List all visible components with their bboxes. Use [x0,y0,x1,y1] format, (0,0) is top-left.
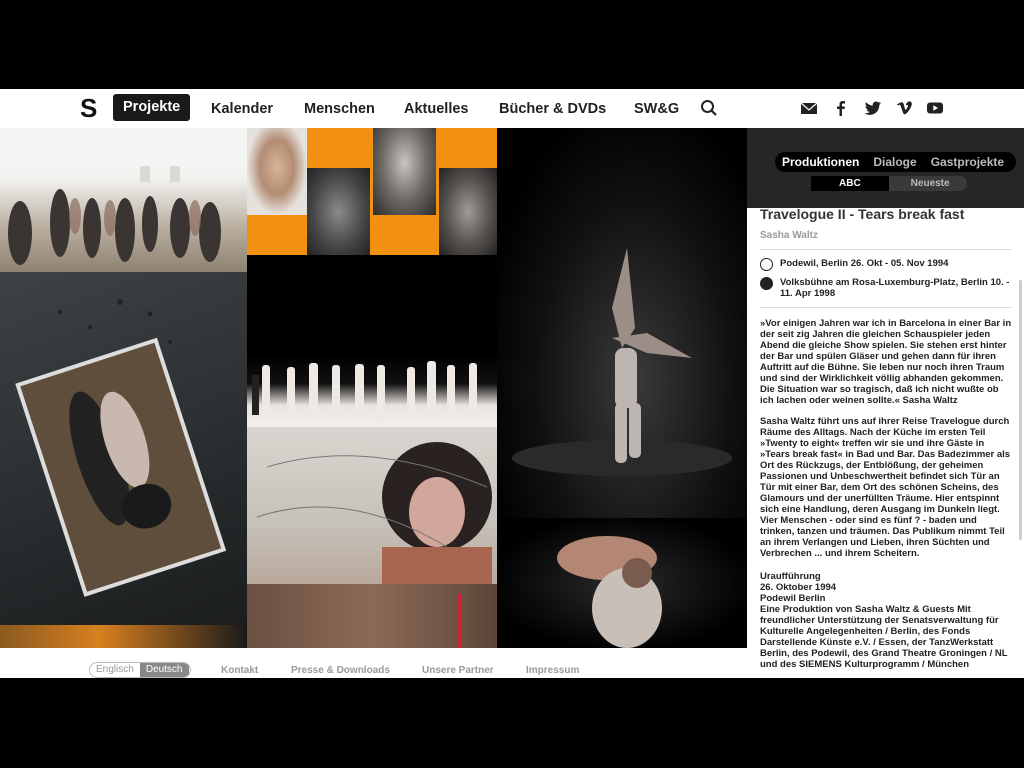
production-title: Travelogue II - Tears break fast [760,206,965,222]
twitter-icon[interactable] [864,99,882,117]
photo-stage-strip[interactable] [0,625,247,648]
vimeo-icon[interactable] [896,99,914,117]
venue-circle-icon [760,258,773,271]
facebook-icon[interactable] [832,99,850,117]
premiere-place: Podewil Berlin [760,593,826,604]
nav-item-buecher-dvds[interactable]: Bücher & DVDs [499,98,606,120]
divider [760,307,1012,308]
nav-item-aktuelles[interactable]: Aktuelles [404,98,468,120]
tab-gastprojekte[interactable]: Gastprojekte [924,152,1011,172]
photo-dance-lift[interactable] [497,128,747,518]
lang-deutsch[interactable]: Deutsch [139,663,189,677]
site-logo[interactable]: S [80,95,97,121]
photo-two-dancers[interactable] [497,518,747,648]
production-author[interactable]: Sasha Waltz [760,230,1012,241]
production-detail-panel: Produktionen Dialoge Gastprojekte ABC Ne… [747,128,1024,678]
tab-produktionen[interactable]: Produktionen [775,152,866,172]
production-credits: Eine Produktion von Sasha Waltz & Guests… [760,604,1008,670]
category-tabs: Produktionen Dialoge Gastprojekte [775,152,1016,172]
portrait-older-man[interactable] [373,128,436,215]
venue-item[interactable]: Volksbühne am Rosa-Luxemburg-Platz, Berl… [760,277,1012,299]
nav-item-menschen[interactable]: Menschen [304,98,375,120]
nav-item-kalender[interactable]: Kalender [211,98,273,120]
venue-filled-circle-icon [760,277,773,290]
footer-link-presse[interactable]: Presse & Downloads [291,665,390,676]
footer-link-kontakt[interactable]: Kontakt [221,665,258,676]
language-switch: Englisch Deutsch [89,662,191,678]
premiere-date: 26. Oktober 1994 [760,582,837,593]
portrait-woman-glasses[interactable] [247,128,307,215]
photo-dark-stage[interactable] [247,255,497,355]
production-description: Sasha Waltz führt uns auf ihrer Reise Tr… [760,416,1011,559]
footer-link-impressum[interactable]: Impressum [526,665,579,676]
tab-dialoge[interactable]: Dialoge [866,152,923,172]
sort-abc[interactable]: ABC [811,176,889,191]
search-icon[interactable] [700,99,718,117]
portrait-man-smiling[interactable] [439,168,497,255]
lang-englisch[interactable]: Englisch [90,663,140,677]
photo-woman-closed-eyes[interactable] [247,427,497,584]
divider [760,249,1012,250]
photo-dancers-on-leaves[interactable] [0,272,247,625]
venue-text: Volksbühne am Rosa-Luxemburg-Platz, Berl… [780,277,1010,299]
sort-toggle: ABC Neueste [811,176,967,191]
footer-link-partner[interactable]: Unsere Partner [422,665,494,676]
footer: Englisch Deutsch Kontakt Presse & Downlo… [0,648,747,678]
venue-text: Podewil, Berlin 26. Okt - 05. Nov 1994 [780,258,949,269]
photo-rusty-wall[interactable] [247,584,497,648]
production-content: Travelogue II - Tears break fast Sasha W… [760,206,1012,670]
panel-header: Produktionen Dialoge Gastprojekte ABC Ne… [747,128,1024,208]
nav-item-swg[interactable]: SW&G [634,98,679,120]
venue-item[interactable]: Podewil, Berlin 26. Okt - 05. Nov 1994 [760,258,1012,271]
panel-scrollbar[interactable] [1019,280,1022,540]
premiere-info: Uraufführung 26. Oktober 1994 Podewil Be… [760,571,1012,670]
sort-neueste[interactable]: Neueste [889,176,972,191]
production-quote: »Vor einigen Jahren war ich in Barcelona… [760,318,1012,406]
mail-icon[interactable] [800,99,818,117]
portrait-man-bearded[interactable] [307,168,370,255]
top-navigation: S Projekte Kalender Menschen Aktuelles B… [0,89,1024,128]
portraits-mosaic[interactable] [247,128,497,255]
premiere-label: Uraufführung [760,571,821,582]
youtube-icon[interactable] [926,99,944,117]
nav-item-projekte[interactable]: Projekte [113,94,191,121]
photo-rehearsal-room[interactable] [0,128,247,272]
photo-ensemble-line[interactable] [247,355,497,427]
